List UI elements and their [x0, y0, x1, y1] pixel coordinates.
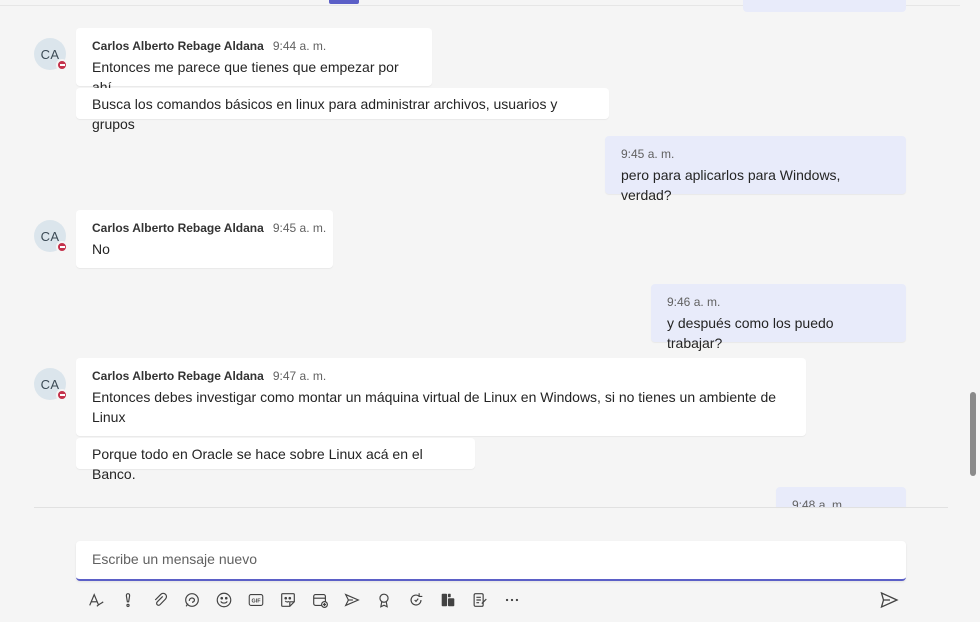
presence-busy-icon	[56, 389, 68, 401]
message-author: Carlos Alberto Rebage Aldana	[92, 39, 264, 53]
message-text: No	[92, 241, 110, 257]
message-bubble[interactable]: Porque todo en Oracle se hace sobre Linu…	[76, 438, 475, 482]
message-header: 9:46 a. m.	[667, 294, 890, 310]
message-text: Porque todo en Oracle se hace sobre Linu…	[92, 446, 423, 482]
scrollbar[interactable]	[970, 0, 980, 622]
attach-icon[interactable]	[144, 589, 176, 611]
own-message-bubble[interactable]: 9:48 a. m.	[776, 487, 906, 507]
message-bubble-partial	[743, 0, 906, 12]
message-header: 9:45 a. m.	[621, 146, 890, 162]
schedule-meeting-icon[interactable]	[304, 589, 336, 611]
apps-icon[interactable]	[432, 589, 464, 611]
avatar[interactable]: CA	[34, 38, 68, 71]
message-time: 9:48 a. m.	[792, 498, 846, 507]
avatar[interactable]: CA	[34, 368, 68, 401]
message-bubble[interactable]: Carlos Alberto Rebage Aldana 9:44 a. m. E…	[76, 28, 432, 95]
scrollbar-thumb[interactable]	[970, 392, 976, 476]
sticker-icon[interactable]	[272, 589, 304, 611]
avatar-initials: CA	[40, 228, 60, 244]
message-time: 9:45 a. m.	[272, 221, 327, 235]
emoji-icon[interactable]	[208, 589, 240, 611]
approvals-icon[interactable]	[464, 589, 496, 611]
avatar[interactable]: CA	[34, 220, 68, 253]
format-icon[interactable]	[80, 589, 112, 611]
message-author: Carlos Alberto Rebage Aldana	[92, 369, 264, 383]
compose-divider	[34, 507, 948, 508]
presence-busy-icon	[56, 241, 68, 253]
svg-text:GIF: GIF	[252, 598, 262, 604]
message-time: 9:45 a. m.	[621, 147, 675, 161]
message-text: y después como los puedo trabajar?	[667, 315, 834, 351]
active-tab-indicator	[329, 0, 359, 4]
avatar-initials: CA	[40, 46, 60, 62]
send-icon[interactable]	[876, 589, 902, 611]
praise-icon[interactable]	[368, 589, 400, 611]
message-text: Busca los comandos básicos en linux para…	[92, 96, 558, 132]
message-author: Carlos Alberto Rebage Aldana	[92, 221, 264, 235]
refresh-icon[interactable]	[400, 589, 432, 611]
message-bubble[interactable]: Carlos Alberto Rebage Aldana 9:47 a. m. E…	[76, 358, 806, 436]
message-bubble[interactable]: Busca los comandos básicos en linux para…	[76, 88, 609, 132]
presence-busy-icon	[56, 59, 68, 71]
compose-placeholder: Escribe un mensaje nuevo	[92, 551, 257, 567]
message-time: 9:44 a. m.	[272, 39, 327, 53]
important-icon[interactable]	[112, 589, 144, 611]
message-text: pero para aplicarlos para Windows, verda…	[621, 167, 841, 203]
message-bubble[interactable]: Carlos Alberto Rebage Aldana 9:45 a. m. N…	[76, 210, 333, 268]
message-text: Entonces debes investigar como montar un…	[92, 389, 777, 425]
own-message-bubble[interactable]: 9:45 a. m. pero para aplicarlos para Win…	[605, 136, 906, 203]
message-time: 9:47 a. m.	[272, 369, 327, 383]
message-compose-box[interactable]: Escribe un mensaje nuevo	[76, 541, 906, 581]
message-header: Carlos Alberto Rebage Aldana 9:44 a. m.	[92, 38, 416, 54]
message-time: 9:46 a. m.	[667, 295, 721, 309]
message-header: 9:48 a. m.	[792, 497, 890, 507]
message-header: Carlos Alberto Rebage Aldana 9:45 a. m.	[92, 220, 326, 236]
stream-icon[interactable]	[336, 589, 368, 611]
gif-icon[interactable]: GIF	[240, 589, 272, 611]
loop-icon[interactable]	[176, 589, 208, 611]
own-message-bubble[interactable]: 9:46 a. m. y después como los puedo trab…	[651, 284, 906, 351]
more-icon[interactable]	[496, 589, 528, 611]
message-header: Carlos Alberto Rebage Aldana 9:47 a. m.	[92, 368, 790, 384]
avatar-initials: CA	[40, 376, 60, 392]
compose-toolbar: GIF	[80, 589, 528, 611]
